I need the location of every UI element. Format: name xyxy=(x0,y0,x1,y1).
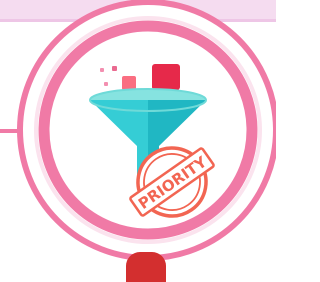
priority-funnel-illustration: PRIORITY xyxy=(17,0,276,261)
bottom-marker xyxy=(126,252,166,282)
particle-icon xyxy=(112,66,117,71)
particle-icon xyxy=(104,82,108,86)
small-square-icon xyxy=(122,76,136,90)
particle-icon xyxy=(100,68,104,72)
large-square-icon xyxy=(152,64,180,90)
